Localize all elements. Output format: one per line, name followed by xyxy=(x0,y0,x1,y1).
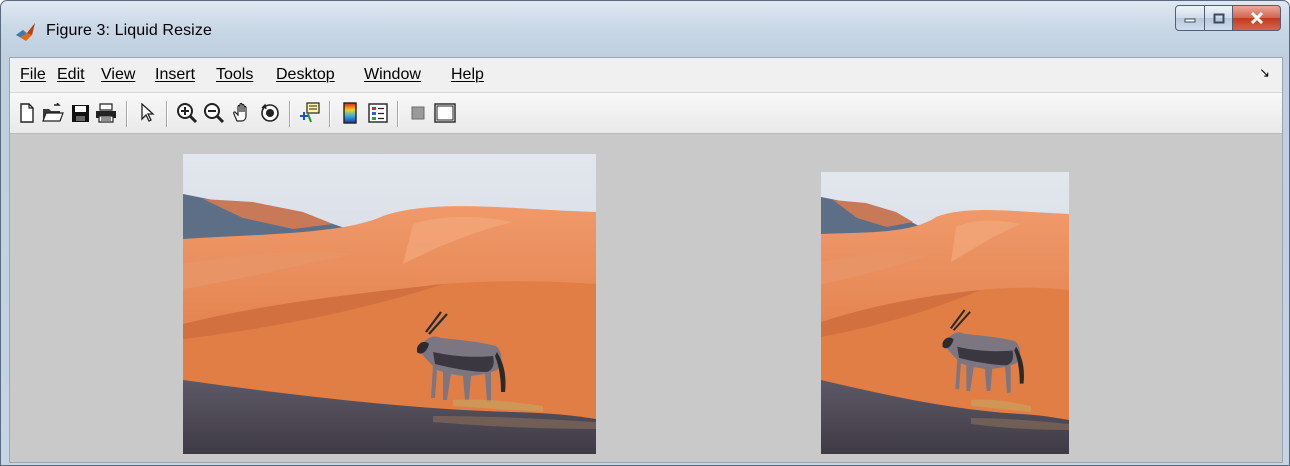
colorbar-icon xyxy=(343,102,357,124)
menu-help[interactable]: Help xyxy=(451,66,484,84)
zoom-out-button[interactable] xyxy=(203,102,225,124)
hide-plot-tools-icon xyxy=(411,106,425,120)
show-plot-tools-button[interactable] xyxy=(434,102,456,124)
data-cursor-button[interactable] xyxy=(299,102,321,124)
rotate-3d-button[interactable] xyxy=(259,102,281,124)
original-desert-photo xyxy=(183,154,596,454)
hide-plot-tools-button[interactable] xyxy=(407,102,429,124)
toolbar-separator xyxy=(289,101,291,127)
hand-pan-icon xyxy=(233,102,247,122)
window-title: Figure 3: Liquid Resize xyxy=(46,22,212,39)
legend-icon xyxy=(368,103,388,123)
save-disk-icon xyxy=(71,104,89,122)
minimize-icon xyxy=(1184,18,1196,23)
client-area: File Edit View Insert Tools Desktop Wind… xyxy=(9,57,1283,463)
toolbar-separator xyxy=(126,101,128,127)
menu-view[interactable]: View xyxy=(101,66,135,84)
new-file-icon xyxy=(20,103,34,123)
maximize-button[interactable] xyxy=(1205,5,1233,31)
maximize-icon xyxy=(1213,13,1224,23)
menu-insert[interactable]: Insert xyxy=(155,66,195,84)
figure-window: Figure 3: Liquid Resize File Edit View I… xyxy=(0,0,1290,466)
close-icon xyxy=(1250,12,1263,24)
minimize-button[interactable] xyxy=(1175,5,1205,31)
insert-colorbar-button[interactable] xyxy=(339,102,361,124)
toolbar-separator xyxy=(166,101,168,127)
dock-figure-button[interactable]: ↘ xyxy=(1259,66,1270,81)
title-bar[interactable]: Figure 3: Liquid Resize xyxy=(1,1,1289,55)
open-folder-icon xyxy=(42,103,64,122)
menu-edit[interactable]: Edit xyxy=(57,66,85,84)
menu-tools[interactable]: Tools xyxy=(216,66,253,84)
menu-file[interactable]: File xyxy=(20,66,46,84)
rotate-3d-icon xyxy=(261,103,279,122)
pan-button[interactable] xyxy=(231,102,253,124)
zoom-out-icon xyxy=(204,103,225,124)
open-file-button[interactable] xyxy=(42,102,64,124)
zoom-in-icon xyxy=(177,103,198,124)
figure-canvas[interactable] xyxy=(10,134,1282,462)
original-image[interactable] xyxy=(183,154,596,454)
pointer-arrow-icon xyxy=(141,103,155,122)
menu-bar: File Edit View Insert Tools Desktop Wind… xyxy=(10,58,1282,93)
close-button[interactable] xyxy=(1233,5,1281,31)
insert-legend-button[interactable] xyxy=(367,102,389,124)
matlab-logo-icon xyxy=(16,23,35,41)
resized-desert-photo xyxy=(821,172,1069,454)
new-figure-button[interactable] xyxy=(16,102,38,124)
print-figure-button[interactable] xyxy=(95,102,117,124)
menu-window[interactable]: Window xyxy=(364,66,421,84)
save-figure-button[interactable] xyxy=(69,102,91,124)
resized-image[interactable] xyxy=(821,172,1069,454)
toolbar-separator xyxy=(329,101,331,127)
data-cursor-icon xyxy=(300,102,320,123)
caption-buttons xyxy=(1175,5,1281,31)
figure-toolbar xyxy=(10,93,1282,134)
show-plot-tools-icon xyxy=(434,103,456,123)
toolbar-separator xyxy=(397,101,399,127)
zoom-in-button[interactable] xyxy=(176,102,198,124)
menu-desktop[interactable]: Desktop xyxy=(276,66,335,84)
printer-icon xyxy=(96,103,116,123)
edit-plot-button[interactable] xyxy=(136,102,158,124)
